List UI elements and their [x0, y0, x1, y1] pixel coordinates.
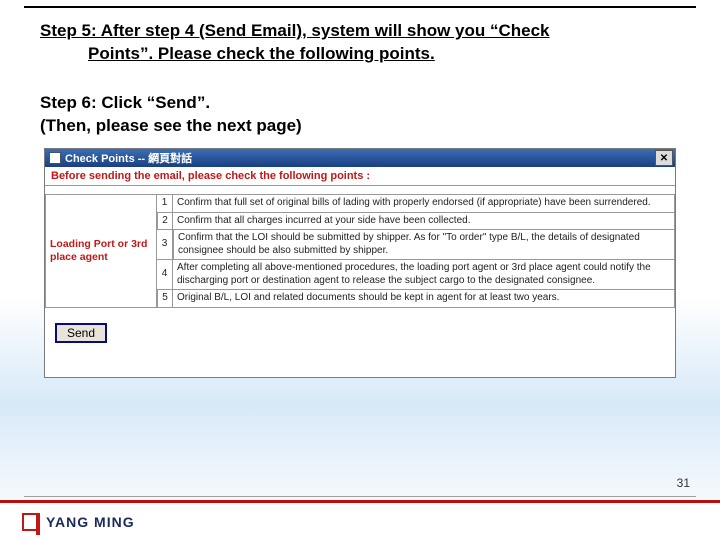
- send-button[interactable]: Send: [55, 323, 107, 343]
- close-button[interactable]: ✕: [655, 150, 673, 166]
- row-text: Confirm that the LOI should be submitted…: [173, 230, 675, 260]
- top-rule: [24, 6, 696, 8]
- page-number: 31: [677, 476, 690, 490]
- checkpoints-table: Loading Port or 3rd place agent 1 Confir…: [45, 194, 675, 308]
- row-text: Confirm that full set of original bills …: [173, 195, 675, 213]
- row-text: After completing all above-mentioned pro…: [173, 260, 675, 290]
- row-num: 4: [157, 260, 173, 290]
- row-num: 1: [157, 195, 173, 213]
- dialog-title: Check Points -- 網頁對話: [65, 150, 192, 166]
- step6-line1: Step 6: Click “Send”.: [40, 92, 660, 115]
- dialog-titlebar: Check Points -- 網頁對話 ✕: [45, 149, 675, 167]
- footer-bar: YANG MING: [0, 500, 720, 540]
- row-num: 2: [157, 213, 173, 231]
- brand-text: YANG MING: [46, 514, 135, 530]
- brand-logo: YANG MING: [22, 513, 135, 531]
- row-text: Confirm that all charges incurred at you…: [173, 213, 675, 231]
- app-icon: [49, 152, 61, 164]
- brand-mark-icon: [22, 513, 40, 531]
- step5-line2: Points”. Please check the following poin…: [40, 43, 660, 66]
- row-num: 5: [157, 290, 173, 308]
- row-num: 3: [157, 230, 173, 260]
- check-points-dialog: Check Points -- 網頁對話 ✕ Before sending th…: [44, 148, 676, 378]
- close-icon: ✕: [660, 153, 668, 164]
- step5-text: Step 5: After step 4 (Send Email), syste…: [40, 20, 660, 66]
- role-label: Loading Port or 3rd place agent: [45, 195, 157, 308]
- send-area: Send: [55, 323, 107, 343]
- step6-text: Step 6: Click “Send”. (Then, please see …: [40, 92, 660, 138]
- step5-line1: Step 5: After step 4 (Send Email), syste…: [40, 21, 550, 40]
- footer-separator: [24, 496, 696, 497]
- row-text: Original B/L, LOI and related documents …: [173, 290, 675, 308]
- slide: Step 5: After step 4 (Send Email), syste…: [0, 0, 720, 540]
- step6-line2: (Then, please see the next page): [40, 115, 660, 138]
- dialog-instruction: Before sending the email, please check t…: [45, 167, 675, 186]
